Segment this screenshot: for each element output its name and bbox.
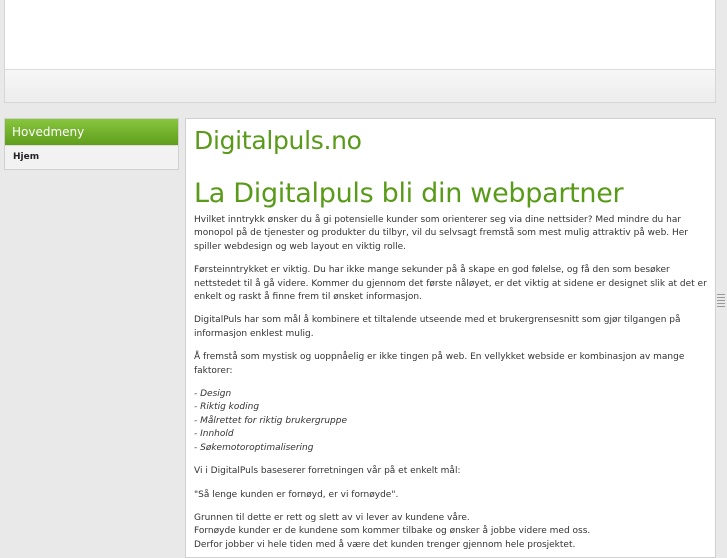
sidebar-item-hjem[interactable]: Hjem [5, 145, 178, 169]
header-strip [5, 69, 715, 102]
motto-paragraph: "Så lenge kunden er fornøyd, er vi fornø… [194, 489, 399, 500]
commitment-line: Derfor jobber vi hele tiden med å være d… [194, 539, 576, 550]
page-headline: La Digitalpuls bli din webpartner [194, 178, 624, 209]
main-content: Digitalpuls.no La Digitalpuls bli din we… [185, 118, 716, 558]
site-title: Digitalpuls.no [194, 126, 362, 155]
reason-line: Grunnen til dette er rett og slett av vi… [194, 512, 470, 523]
header-banner [4, 0, 716, 103]
list-item: - Søkemotoroptimalisering [194, 442, 314, 453]
list-item: - Innhold [194, 429, 234, 440]
list-item: - Design [194, 389, 232, 400]
scrollbar-grip-icon[interactable] [717, 294, 725, 308]
sidebar-menu: Hovedmeny Hjem [4, 118, 179, 170]
sidebar-heading: Hovedmeny [5, 119, 178, 145]
factors-intro-paragraph: Å fremstå som mystisk og uoppnåelig er i… [194, 352, 685, 376]
list-item: - Riktig koding [194, 402, 260, 413]
factors-list: - Design - Riktig koding - Målrettet for… [194, 388, 707, 455]
list-item: - Målrettet for riktig brukergruppe [194, 415, 348, 426]
intro-paragraph: Hvilket inntrykk ønsker du å gi potensie… [194, 215, 689, 252]
goal-paragraph: DigitalPuls har som mål å kombinere et t… [194, 315, 681, 339]
business-goal-paragraph: Vi i DigitalPuls baseserer forretningen … [194, 466, 461, 477]
returning-customers-line: Fornøyde kunder er de kundene som kommer… [194, 526, 591, 537]
first-impression-paragraph: Førsteinntrykket er viktig. Du har ikke … [194, 265, 707, 303]
